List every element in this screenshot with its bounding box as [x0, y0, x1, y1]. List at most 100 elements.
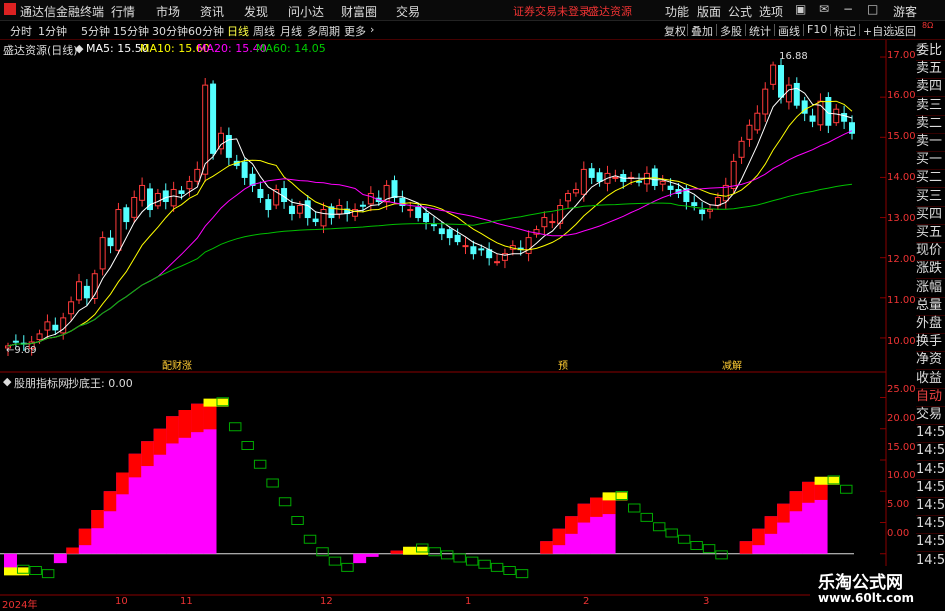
indicator-falling-box: [266, 478, 279, 488]
chat-icon[interactable]: ✉: [819, 2, 829, 16]
indicator-band: [577, 503, 591, 523]
indicator-falling-box: [428, 547, 441, 557]
indicator-falling-box: [228, 422, 242, 432]
menu-wealth[interactable]: 财富圈: [341, 3, 377, 20]
side-panel-item: 14:56: [916, 515, 945, 535]
tool-draw[interactable]: 画线: [778, 23, 800, 39]
side-panel-item: 买四: [916, 206, 945, 225]
chart-canvas[interactable]: 16.88 ←9.69 配财涨 预 减解: [0, 40, 916, 608]
menu-news[interactable]: 资讯: [200, 3, 224, 20]
tool-statistics[interactable]: 统计: [749, 23, 771, 39]
indicator-bars: [4, 397, 853, 579]
side-panel-item: 净资: [916, 351, 945, 371]
candle-body: [494, 261, 501, 264]
divider: [859, 24, 860, 36]
indicator-band: [590, 497, 604, 517]
candle-body: [478, 248, 485, 251]
more-chevron-icon[interactable]: ›: [370, 23, 374, 36]
candle-body: [470, 246, 477, 255]
indicator-band: [191, 403, 205, 433]
event-tag: 预: [558, 360, 568, 372]
menu-trade[interactable]: 交易: [396, 3, 420, 20]
indicator-falling-box: [41, 569, 55, 579]
skin-icon[interactable]: ▣: [795, 2, 806, 16]
period-monthly[interactable]: 月线: [280, 23, 302, 39]
tool-mark[interactable]: 标记: [834, 23, 856, 39]
indicator-band: [153, 428, 167, 455]
indicator-falling-box: [341, 562, 354, 572]
indicator-falling-box: [316, 547, 329, 557]
x-label-month: 12: [320, 596, 333, 607]
price-tick: 10.00: [887, 336, 916, 347]
candle-body: [541, 217, 548, 228]
indicator-band: [66, 547, 80, 554]
side-panel-item: 卖二: [916, 115, 945, 134]
period-15min[interactable]: 15分钟: [113, 23, 149, 39]
indicator-falling-box: [241, 441, 254, 450]
low-price-label: ←9.69: [6, 345, 37, 356]
divider: [830, 24, 831, 36]
period-daily[interactable]: 日线: [227, 23, 249, 39]
indicator-falling-box: [253, 459, 267, 469]
price-tick: 14.00: [887, 172, 916, 183]
candle-body: [265, 199, 272, 211]
tool-multi-stock[interactable]: 多股: [720, 23, 742, 39]
period-multi[interactable]: 多周期: [307, 23, 340, 39]
menu-formula[interactable]: 公式: [728, 3, 752, 20]
candle-body: [588, 168, 595, 178]
period-5min[interactable]: 5分钟: [81, 23, 110, 39]
tool-back[interactable]: 返回: [894, 23, 916, 39]
indicator-falling-box: [515, 569, 529, 579]
candle-body: [391, 180, 398, 198]
divider: [745, 24, 746, 36]
period-timeshare[interactable]: 分时: [10, 23, 32, 39]
minimize-icon[interactable]: −: [843, 2, 853, 16]
indicator-falling-box: [840, 484, 853, 494]
login-warning[interactable]: 证券交易未登录: [513, 3, 590, 19]
side-panel-item[interactable]: 交易: [916, 406, 945, 425]
ma20-line: [7, 130, 853, 347]
indicator-band: [166, 416, 180, 444]
period-60min[interactable]: 60分钟: [188, 23, 224, 39]
ind-tick: 5.00: [887, 499, 910, 510]
period-weekly[interactable]: 周线: [253, 23, 275, 39]
tool-overlay[interactable]: 叠加: [691, 23, 713, 39]
menu-options[interactable]: 选项: [759, 3, 783, 20]
candle-body: [123, 207, 130, 223]
period-1min[interactable]: 1分钟: [38, 23, 67, 39]
side-panel-item: 委比: [916, 42, 945, 61]
side-panel-item: 14:56: [916, 497, 945, 516]
tool-f10[interactable]: F10: [807, 23, 827, 36]
price-tick: 13.00: [887, 213, 916, 224]
indicator-falling-box: [478, 559, 491, 569]
indicator-band: [78, 528, 92, 546]
side-panel-item: 涨跌: [916, 260, 945, 280]
candle-body: [430, 224, 437, 227]
guest-label[interactable]: 游客: [893, 3, 917, 20]
indicator-band: [91, 510, 105, 529]
tool-corner-label: 8Ω: [922, 21, 934, 30]
candle-body: [785, 84, 792, 103]
side-panel-item: 14:56: [916, 442, 945, 462]
ind-tick: 25.00: [887, 384, 916, 395]
menu-quotes[interactable]: 行情: [111, 3, 135, 20]
indicator-peak-mark: [4, 567, 29, 576]
menu-market[interactable]: 市场: [156, 3, 180, 20]
indicator-falling-box: [278, 497, 292, 507]
stock-link[interactable]: 盛达资源: [588, 3, 632, 19]
period-more[interactable]: 更多: [344, 23, 366, 39]
menu-function[interactable]: 功能: [665, 3, 689, 20]
side-panel-item[interactable]: 自动: [916, 388, 945, 407]
side-panel-item: 买三: [916, 188, 945, 207]
indicator-falling-box: [628, 503, 641, 513]
menu-ask[interactable]: 问小达: [288, 3, 324, 20]
candle-body: [596, 172, 603, 182]
tool-restore-rights[interactable]: 复权: [664, 23, 686, 39]
menu-discover[interactable]: 发现: [244, 3, 268, 20]
candle-body: [225, 134, 232, 158]
period-30min[interactable]: 30分钟: [152, 23, 188, 39]
candle-body: [565, 192, 572, 202]
candle-body: [659, 180, 666, 185]
maximize-icon[interactable]: □: [867, 2, 878, 16]
menu-layout[interactable]: 版面: [697, 3, 721, 20]
